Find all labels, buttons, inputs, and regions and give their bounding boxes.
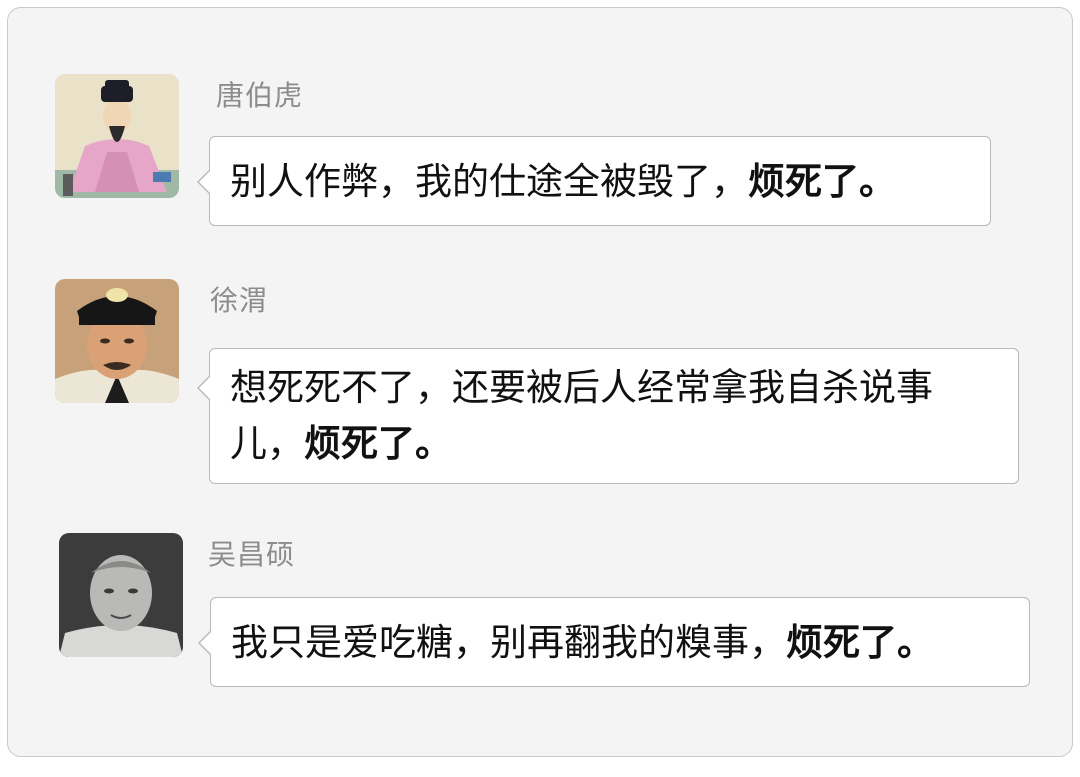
chat-window: 唐伯虎 别人作弊，我的仕途全被毁了，烦死了。 徐渭 想死死不了，还要被后人经常拿… xyxy=(7,7,1073,757)
sender-name: 徐渭 xyxy=(210,284,269,317)
message-bubble[interactable]: 我只是爱吃糖，别再翻我的糗事，烦死了。 xyxy=(198,597,1030,687)
message-text: 想死死不了，还要被后人经常拿我自杀说事儿，烦死了。 xyxy=(230,366,933,465)
message-text: 别人作弊，我的仕途全被毁了，烦死了。 xyxy=(230,160,896,203)
message-bubble[interactable]: 别人作弊，我的仕途全被毁了，烦死了。 xyxy=(197,136,991,226)
avatar-xu-wei[interactable] xyxy=(55,279,179,403)
portrait-tang-bohu-icon xyxy=(55,74,179,198)
message-emphasis: 烦死了。 xyxy=(748,160,896,203)
avatar-tang-bohu[interactable] xyxy=(55,74,179,198)
message-emphasis: 烦死了。 xyxy=(304,422,452,465)
message-text: 我只是爱吃糖，别再翻我的糗事，烦死了。 xyxy=(231,621,934,664)
avatar-wu-changshuo[interactable] xyxy=(59,533,183,657)
sender-name: 吴昌硕 xyxy=(208,538,296,571)
portrait-xu-wei-icon xyxy=(55,279,179,403)
message-emphasis: 烦死了。 xyxy=(786,621,934,664)
message-bubble[interactable]: 想死死不了，还要被后人经常拿我自杀说事儿，烦死了。 xyxy=(197,348,1019,484)
sender-name: 唐伯虎 xyxy=(216,79,304,112)
portrait-wu-changshuo-icon xyxy=(59,533,183,657)
